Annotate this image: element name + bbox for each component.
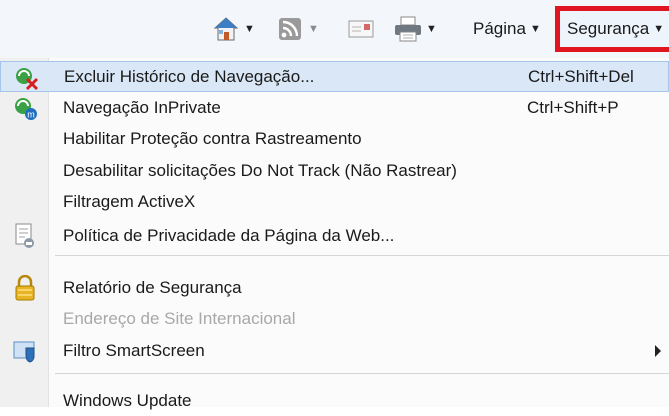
mail-icon [347,15,375,43]
svg-text:m: m [27,110,35,120]
privacy-policy-icon [12,223,38,249]
menu-item-activex-filtering[interactable]: Filtragem ActiveX [0,186,669,217]
print-icon [394,15,422,43]
safety-dropdown-menu: Excluir Histórico de Navegação... Ctrl+S… [0,58,669,410]
chevron-down-icon: ▼ [653,23,665,35]
lock-icon [12,275,38,301]
submenu-arrow-icon [655,345,661,357]
menu-separator [55,373,669,374]
menu-item-label: Relatório de Segurança [63,277,242,297]
menu-item-label: Desabilitar solicitações Do Not Track (N… [63,160,457,180]
menu-item-delete-history[interactable]: Excluir Histórico de Navegação... Ctrl+S… [0,61,669,92]
menu-item-smartscreen[interactable]: Filtro SmartScreen [0,335,669,366]
menu-item-shortcut: Ctrl+Shift+P [527,97,619,117]
feeds-dropdown-icon[interactable]: ▼ [308,23,319,35]
menu-item-privacy-policy[interactable]: Política de Privacidade da Página da Web… [0,220,669,251]
menu-item-shortcut: Ctrl+Shift+Del [528,66,634,86]
menu-item-windows-update[interactable]: Windows Update [0,385,669,416]
page-menu-button[interactable]: Página ▼ [473,14,541,44]
menu-item-international-address: Endereço de Site Internacional [0,303,669,334]
inprivate-icon: m [12,95,38,121]
safety-menu-label: Segurança [567,19,650,38]
print-button[interactable]: ▼ [394,14,437,44]
command-bar: ▼ ▼ ▼ Página ▼ Segurança ▼ [0,0,669,59]
menu-item-do-not-track[interactable]: Desabilitar solicitações Do Not Track (N… [0,155,669,186]
menu-separator [55,255,669,256]
safety-menu-button[interactable]: Segurança ▼ [555,6,669,52]
home-button[interactable]: ▼ [212,14,255,44]
menu-item-label: Excluir Histórico de Navegação... [64,66,315,86]
menu-item-security-report[interactable]: Relatório de Segurança [0,272,669,303]
page-menu-label: Página [473,19,526,38]
menu-item-label: Windows Update [63,390,192,410]
menu-item-label: Filtro SmartScreen [63,340,205,360]
home-icon [212,15,240,43]
smartscreen-icon [12,338,38,364]
home-dropdown-icon[interactable]: ▼ [244,23,255,35]
rss-feed-icon [276,15,304,43]
menu-item-tracking-protection[interactable]: Habilitar Proteção contra Rastreamento [0,123,669,154]
menu-item-label: Política de Privacidade da Página da Web… [63,225,395,245]
chevron-down-icon: ▼ [529,23,541,35]
delete-history-icon [13,65,39,91]
feeds-button[interactable]: ▼ [276,14,319,44]
read-mail-button[interactable] [347,14,375,44]
menu-item-inprivate[interactable]: m Navegação InPrivate Ctrl+Shift+P [0,92,669,123]
menu-item-label: Habilitar Proteção contra Rastreamento [63,128,362,148]
menu-item-label: Navegação InPrivate [63,97,221,117]
menu-item-label: Filtragem ActiveX [63,191,196,211]
menu-item-label: Endereço de Site Internacional [63,308,296,328]
print-dropdown-icon[interactable]: ▼ [426,23,437,35]
